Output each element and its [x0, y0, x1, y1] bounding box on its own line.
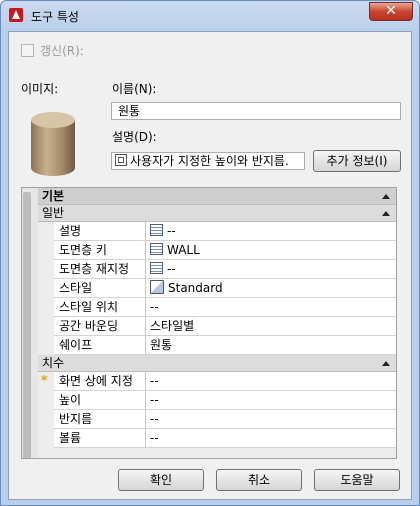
collapse-icon: [382, 361, 390, 366]
property-name: 도면층 재지정: [54, 260, 146, 279]
basic-header[interactable]: 기본: [38, 188, 396, 205]
dialog-body: 갱신(R): 이미지: 이름(N): 원통 설명(D): 사용자가 지정한 높이…: [8, 31, 412, 500]
table-row[interactable]: 높이 --: [38, 391, 396, 410]
property-value[interactable]: 스타일별: [146, 317, 396, 336]
table-icon: [150, 262, 163, 274]
table-row[interactable]: 도면층 키 WALL: [38, 241, 396, 260]
property-value[interactable]: --: [146, 298, 396, 317]
grid-scrollbar[interactable]: [23, 192, 31, 458]
refresh-label: 갱신(R):: [40, 44, 84, 58]
property-value[interactable]: Standard: [146, 279, 396, 298]
table-icon: [150, 243, 163, 255]
property-value[interactable]: --: [146, 222, 396, 241]
table-row[interactable]: 반지름 --: [38, 410, 396, 429]
close-button[interactable]: ✕: [369, 2, 413, 21]
dimensions-section-header[interactable]: 치수: [38, 355, 396, 372]
help-button[interactable]: 도움말: [314, 469, 400, 491]
cylinder-preview-image: [27, 110, 79, 180]
property-value[interactable]: 원통: [146, 336, 396, 355]
property-name: 공간 바운딩: [54, 317, 146, 336]
general-section-label: 일반: [42, 206, 65, 220]
property-name: 스타일: [54, 279, 146, 298]
property-grid: 기본 일반 설명 -- 도면층 키 WALL 도면층 재지정 -- 스타일 St…: [21, 187, 397, 459]
property-value[interactable]: --: [146, 391, 396, 410]
property-value[interactable]: --: [146, 372, 396, 391]
style-icon: [150, 280, 164, 294]
description-field[interactable]: 사용자가 지정한 높이와 반지름.: [111, 152, 305, 170]
collapse-icon: [382, 194, 390, 199]
description-icon: [115, 154, 127, 166]
table-row[interactable]: 스타일 위치 --: [38, 298, 396, 317]
property-name: 화면 상에 지정: [54, 372, 146, 391]
description-text: 사용자가 지정한 높이와 반지름.: [130, 154, 289, 168]
property-value[interactable]: --: [146, 410, 396, 429]
property-name: 반지름: [54, 410, 146, 429]
ok-button[interactable]: 확인: [118, 469, 204, 491]
specify-on-screen-marker: *: [41, 373, 48, 387]
general-section-header[interactable]: 일반: [38, 205, 396, 222]
table-row[interactable]: 공간 바운딩 스타일별: [38, 317, 396, 336]
tool-properties-dialog: 도구 특성 ✕ 갱신(R): 이미지: 이름(N): 원통 설명(D): 사용자…: [0, 0, 420, 506]
autocad-logo-icon: [9, 8, 23, 22]
property-name: 높이: [54, 391, 146, 410]
description-label: 설명(D):: [112, 130, 157, 144]
grid-body: 기본 일반 설명 -- 도면층 키 WALL 도면층 재지정 -- 스타일 St…: [38, 188, 396, 448]
image-label: 이미지:: [21, 82, 59, 96]
table-row[interactable]: 설명 --: [38, 222, 396, 241]
property-name: 도면층 키: [54, 241, 146, 260]
property-value[interactable]: --: [146, 429, 396, 448]
property-name: 설명: [54, 222, 146, 241]
table-row[interactable]: * 화면 상에 지정 --: [38, 372, 396, 391]
table-row[interactable]: 도면층 재지정 --: [38, 260, 396, 279]
dimensions-section-label: 치수: [42, 356, 65, 370]
name-label: 이름(N):: [112, 82, 157, 96]
table-row[interactable]: 스타일 Standard: [38, 279, 396, 298]
collapse-icon: [382, 211, 390, 216]
property-name: 스타일 위치: [54, 298, 146, 317]
property-value[interactable]: --: [146, 260, 396, 279]
refresh-checkbox[interactable]: [21, 44, 34, 57]
table-row[interactable]: 볼륨 --: [38, 429, 396, 448]
name-field[interactable]: 원통: [111, 102, 401, 120]
refresh-option: 갱신(R):: [21, 42, 84, 58]
basic-header-label: 기본: [42, 189, 65, 203]
table-row[interactable]: 쉐이프 원통: [38, 336, 396, 355]
property-name: 쉐이프: [54, 336, 146, 355]
more-info-button[interactable]: 추가 정보(I): [313, 150, 401, 172]
cancel-button[interactable]: 취소: [216, 469, 302, 491]
property-value[interactable]: WALL: [146, 241, 396, 260]
grid-side-rail: [22, 188, 38, 458]
window-title: 도구 특성: [31, 10, 79, 24]
title-bar: 도구 특성 ✕: [1, 1, 419, 31]
table-icon: [150, 224, 163, 236]
property-name: 볼륨: [54, 429, 146, 448]
